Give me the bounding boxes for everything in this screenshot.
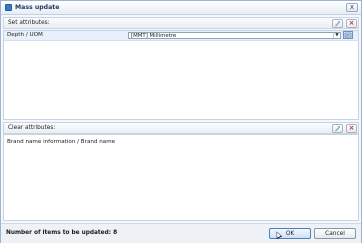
lookup-icon bbox=[344, 32, 352, 38]
mass-update-icon bbox=[5, 4, 12, 11]
dialog-footer: Number of items to be updated: 8 OK Canc… bbox=[1, 223, 361, 243]
set-attributes-panel: Depth / UOM [MMT] Millimetre ▼ bbox=[3, 30, 359, 120]
clear-attributes-label: Clear attributes: bbox=[8, 125, 56, 131]
clear-attribute-item[interactable]: Brand name information / Brand name bbox=[7, 139, 115, 146]
chevron-down-icon[interactable]: ▼ bbox=[333, 33, 340, 38]
title-bar: Mass update x bbox=[1, 1, 361, 15]
close-button[interactable]: x bbox=[346, 3, 358, 12]
clear-add-attribute-button[interactable] bbox=[332, 124, 343, 133]
dialog-title: Mass update bbox=[15, 4, 60, 11]
uom-select-value: [MMT] Millimetre bbox=[131, 33, 177, 39]
add-attribute-icon bbox=[335, 20, 341, 27]
set-attributes-label: Set attributes: bbox=[8, 20, 50, 26]
attribute-name: Depth / UOM bbox=[7, 32, 43, 38]
close-icon: x bbox=[349, 3, 355, 11]
attribute-row[interactable]: Depth / UOM [MMT] Millimetre ▼ bbox=[4, 31, 358, 41]
clear-attributes-panel: Brand name information / Brand name bbox=[3, 134, 359, 221]
set-add-attribute-button[interactable] bbox=[332, 19, 343, 28]
add-attribute-icon bbox=[335, 125, 341, 132]
cancel-button[interactable]: Cancel bbox=[314, 228, 356, 239]
clear-attributes-header: Clear attributes: × bbox=[3, 122, 359, 134]
items-count-label: Number of items to be updated: 8 bbox=[6, 230, 118, 236]
uom-select[interactable]: [MMT] Millimetre ▼ bbox=[128, 32, 341, 39]
remove-icon: × bbox=[348, 19, 355, 27]
set-attributes-header: Set attributes: × bbox=[3, 17, 359, 29]
lookup-button[interactable] bbox=[343, 31, 353, 39]
mass-update-dialog: Mass update x Set attributes: × Depth / … bbox=[0, 0, 362, 243]
remove-icon: × bbox=[348, 124, 355, 132]
set-remove-button[interactable]: × bbox=[346, 19, 357, 28]
clear-remove-button[interactable]: × bbox=[346, 124, 357, 133]
